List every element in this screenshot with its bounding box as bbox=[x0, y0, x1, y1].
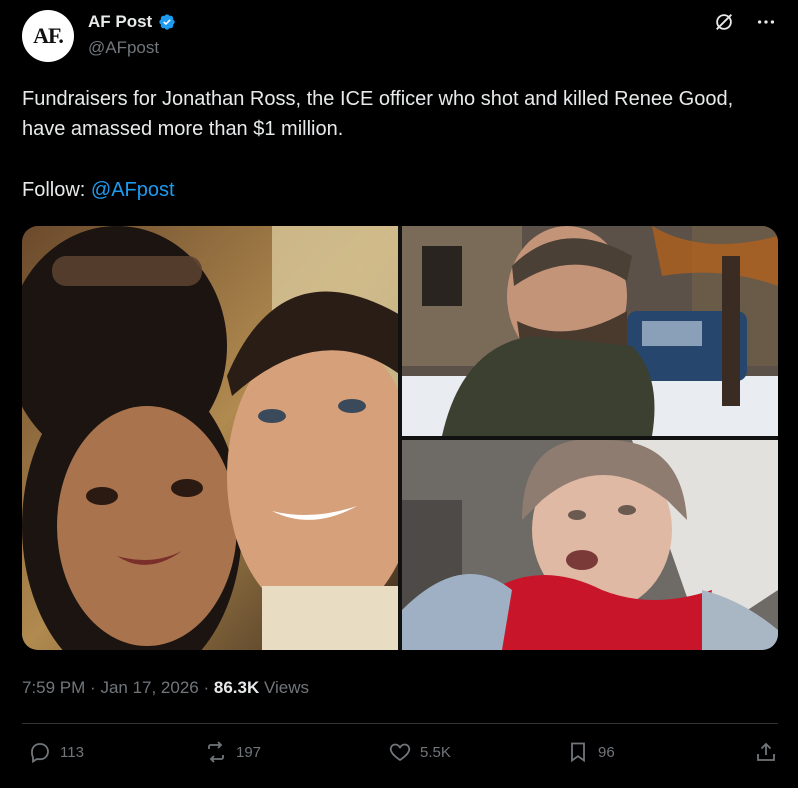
media-grid bbox=[22, 226, 778, 650]
share-icon bbox=[757, 742, 775, 761]
follow-handle-link[interactable]: @AFpost bbox=[91, 179, 175, 201]
bookmark-icon bbox=[571, 742, 585, 763]
meta-separator: · bbox=[203, 678, 214, 697]
photo-selfie[interactable] bbox=[22, 226, 398, 650]
reply-button[interactable]: 113 bbox=[28, 740, 84, 764]
follow-line: Follow: @AFpost bbox=[22, 179, 175, 202]
divider bbox=[22, 723, 778, 724]
bookmark-button[interactable]: 96 bbox=[566, 740, 615, 764]
photo-officer[interactable] bbox=[402, 226, 778, 436]
like-icon bbox=[389, 743, 411, 762]
views-label: Views bbox=[263, 678, 310, 697]
bookmark-count: 96 bbox=[598, 743, 615, 761]
tweet-time[interactable]: 7:59 PM bbox=[22, 678, 85, 697]
repost-button[interactable]: 197 bbox=[204, 740, 261, 764]
repost-count: 197 bbox=[236, 743, 262, 761]
repost-icon bbox=[208, 741, 224, 763]
share-button[interactable] bbox=[754, 740, 778, 764]
like-count: 5.5K bbox=[420, 743, 451, 761]
author-name-row: AF Post bbox=[88, 12, 176, 32]
like-button[interactable]: 5.5K bbox=[388, 740, 451, 764]
tweet-text: Fundraisers for Jonathan Ross, the ICE o… bbox=[22, 88, 739, 140]
handle[interactable]: @AFpost bbox=[88, 38, 159, 58]
reply-count: 113 bbox=[60, 743, 84, 761]
grok-icon[interactable] bbox=[712, 10, 736, 34]
avatar[interactable]: AF. bbox=[22, 10, 74, 62]
reply-icon bbox=[31, 743, 49, 764]
tweet-date[interactable]: Jan 17, 2026 bbox=[100, 678, 198, 697]
follow-label: Follow: bbox=[22, 179, 91, 201]
views-count: 86.3K bbox=[213, 678, 260, 697]
verified-badge-icon[interactable] bbox=[158, 13, 176, 31]
photo-driver[interactable] bbox=[402, 440, 778, 650]
meta-separator: · bbox=[90, 678, 101, 697]
top-actions bbox=[712, 10, 778, 34]
action-bar: 113 197 5.5K 96 bbox=[22, 740, 778, 774]
tweet-meta: 7:59 PM · Jan 17, 2026 · 86.3K Views bbox=[22, 678, 309, 698]
more-icon[interactable] bbox=[754, 10, 778, 34]
display-name[interactable]: AF Post bbox=[88, 12, 152, 32]
